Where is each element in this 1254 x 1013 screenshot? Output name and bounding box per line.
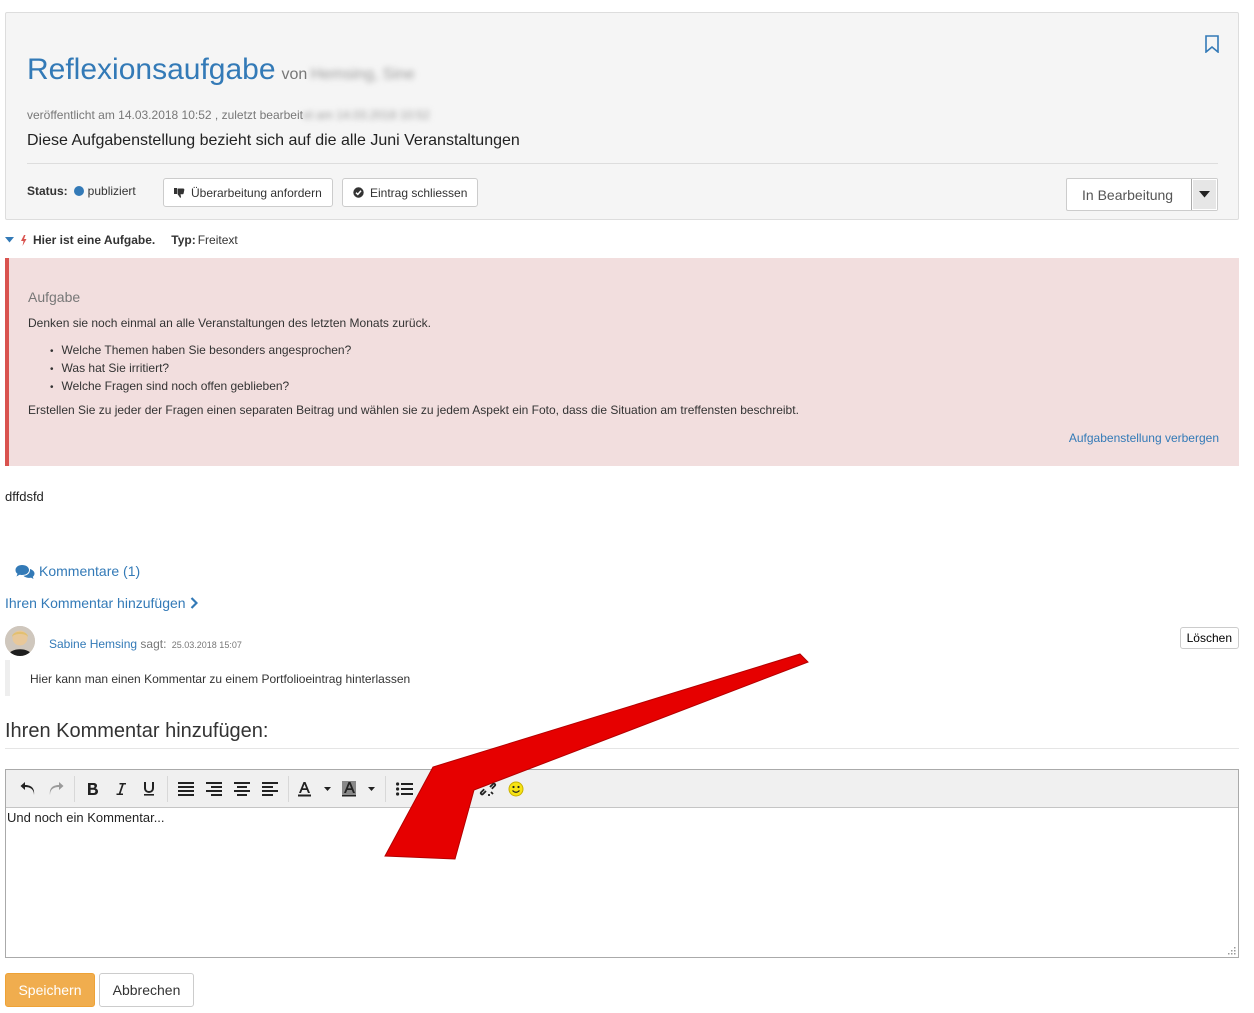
workflow-state-value: In Bearbeitung [1082, 186, 1174, 203]
list-item: Welche Fragen sind noch offen geblieben? [50, 378, 351, 396]
assignment-outro: Erstellen Sie zu jeder der Fragen einen … [28, 403, 799, 417]
status-label: Status: [27, 184, 68, 198]
undo-icon[interactable] [14, 776, 42, 802]
underline-icon[interactable] [135, 776, 163, 802]
assignment-heading: Aufgabe [28, 289, 81, 305]
add-comment-link[interactable]: Ihren Kommentar hinzufügen [5, 595, 198, 611]
background-color-icon[interactable] [337, 776, 381, 802]
redo-icon[interactable] [42, 776, 70, 802]
align-right-icon[interactable] [200, 776, 228, 802]
bookmark-icon[interactable] [1204, 35, 1220, 53]
hide-assignment-link[interactable]: Aufgabenstellung verbergen [1069, 431, 1219, 445]
assignment-list: Welche Themen haben Sie besonders angesp… [50, 342, 352, 396]
workflow-state-select[interactable]: In Bearbeitung [1066, 178, 1218, 211]
meta-edited-redacted: et am 14.03.2018 10:52 [302, 108, 430, 122]
align-left-icon[interactable] [256, 776, 284, 802]
task-title: Hier ist eine Aufgabe. [33, 233, 156, 247]
toolbar-group-format [75, 775, 168, 802]
comment-says: sagt: [140, 637, 167, 651]
assignment-intro: Denken sie noch einmal an alle Veranstal… [28, 316, 431, 330]
task-type-label: Typ: [171, 233, 196, 247]
comment-quote-bar [5, 660, 10, 696]
status-row: Status: publiziert [27, 184, 136, 198]
entry-body-text: dffdsfd [5, 489, 44, 504]
entry-description: Diese Aufgabenstellung bezieht sich auf … [27, 132, 520, 149]
status-dot-icon [73, 186, 84, 196]
unlink-icon[interactable] [474, 776, 502, 802]
request-revision-label: Überarbeitung anfordern [191, 185, 322, 200]
bold-icon[interactable] [79, 776, 107, 802]
link-icon[interactable] [446, 776, 474, 802]
list-item: Welche Themen haben Sie besonders angesp… [50, 342, 352, 360]
save-button[interactable]: Speichern [5, 973, 95, 1007]
delete-comment-button[interactable]: Löschen [1179, 627, 1239, 649]
emoticon-icon[interactable] [502, 776, 530, 802]
toolbar-group-lists [386, 776, 534, 802]
caret-down-icon[interactable] [1191, 179, 1217, 210]
caret-down-icon[interactable] [5, 237, 14, 243]
page-title: Reflexionsaufgabe [27, 53, 276, 86]
comment-author-line: Sabine Hemsing sagt: 25.03.2018 15:07 [49, 637, 242, 651]
lightning-icon [21, 234, 27, 246]
text-color-icon[interactable] [293, 776, 337, 802]
author-prefix: von [281, 66, 308, 83]
comments-toggle-label: Kommentare (1) [39, 563, 141, 579]
form-divider [5, 748, 1239, 749]
rich-text-editor[interactable]: Und noch ein Kommentar... [5, 769, 1239, 958]
task-bar[interactable]: Hier ist eine Aufgabe. Typ: Freitext [5, 233, 238, 247]
header-divider [27, 163, 1218, 164]
comment-editor-input[interactable]: Und noch ein Kommentar... [6, 808, 1238, 957]
assignment-box: Aufgabe Denken sie noch einmal an alle V… [5, 258, 1239, 466]
comment-form-heading: Ihren Kommentar hinzufügen: [5, 720, 269, 742]
status-value: publiziert [87, 184, 136, 198]
title-row: Reflexionsaufgabe von Hemsing, Sine [27, 53, 415, 87]
close-entry-label: Eintrag schliessen [370, 185, 468, 200]
italic-icon[interactable] [107, 776, 135, 802]
comment-text: Hier kann man einen Kommentar zu einem P… [30, 672, 411, 686]
request-revision-button[interactable]: Überarbeitung anfordern [163, 178, 333, 207]
thumbs-down-icon [174, 187, 185, 198]
meta-published: veröffentlicht am 14.03.2018 10:52 , zul… [27, 108, 303, 122]
comments-icon [15, 564, 35, 579]
task-type-value: Freitext [197, 233, 238, 247]
comment-author-link[interactable]: Sabine Hemsing [49, 637, 137, 651]
comment-date: 25.03.2018 15:07 [171, 640, 242, 650]
align-justify-icon[interactable] [172, 776, 200, 802]
toolbar-group-align [168, 775, 289, 802]
cancel-button[interactable]: Abbrechen [99, 973, 194, 1007]
toolbar-group-color [289, 775, 386, 802]
add-comment-label: Ihren Kommentar hinzufügen [5, 595, 186, 611]
comments-toggle[interactable]: Kommentare (1) [15, 563, 140, 579]
numbered-list-icon[interactable] [418, 776, 446, 802]
author-name-redacted: Hemsing, Sine [310, 66, 415, 83]
entry-header: Reflexionsaufgabe von Hemsing, Sine veröf… [5, 12, 1239, 220]
avatar [5, 626, 35, 656]
entry-meta: veröffentlicht am 14.03.2018 10:52 , zul… [27, 108, 430, 122]
list-item: Was hat Sie irritiert? [50, 360, 351, 378]
bullet-list-icon[interactable] [390, 776, 418, 802]
toolbar-group-history [10, 775, 75, 802]
resize-handle-icon[interactable] [1226, 945, 1236, 955]
editor-toolbar [6, 770, 1238, 808]
check-circle-icon [353, 187, 364, 198]
close-entry-button[interactable]: Eintrag schliessen [342, 178, 479, 207]
align-center-icon[interactable] [228, 776, 256, 802]
chevron-right-icon [190, 597, 198, 609]
